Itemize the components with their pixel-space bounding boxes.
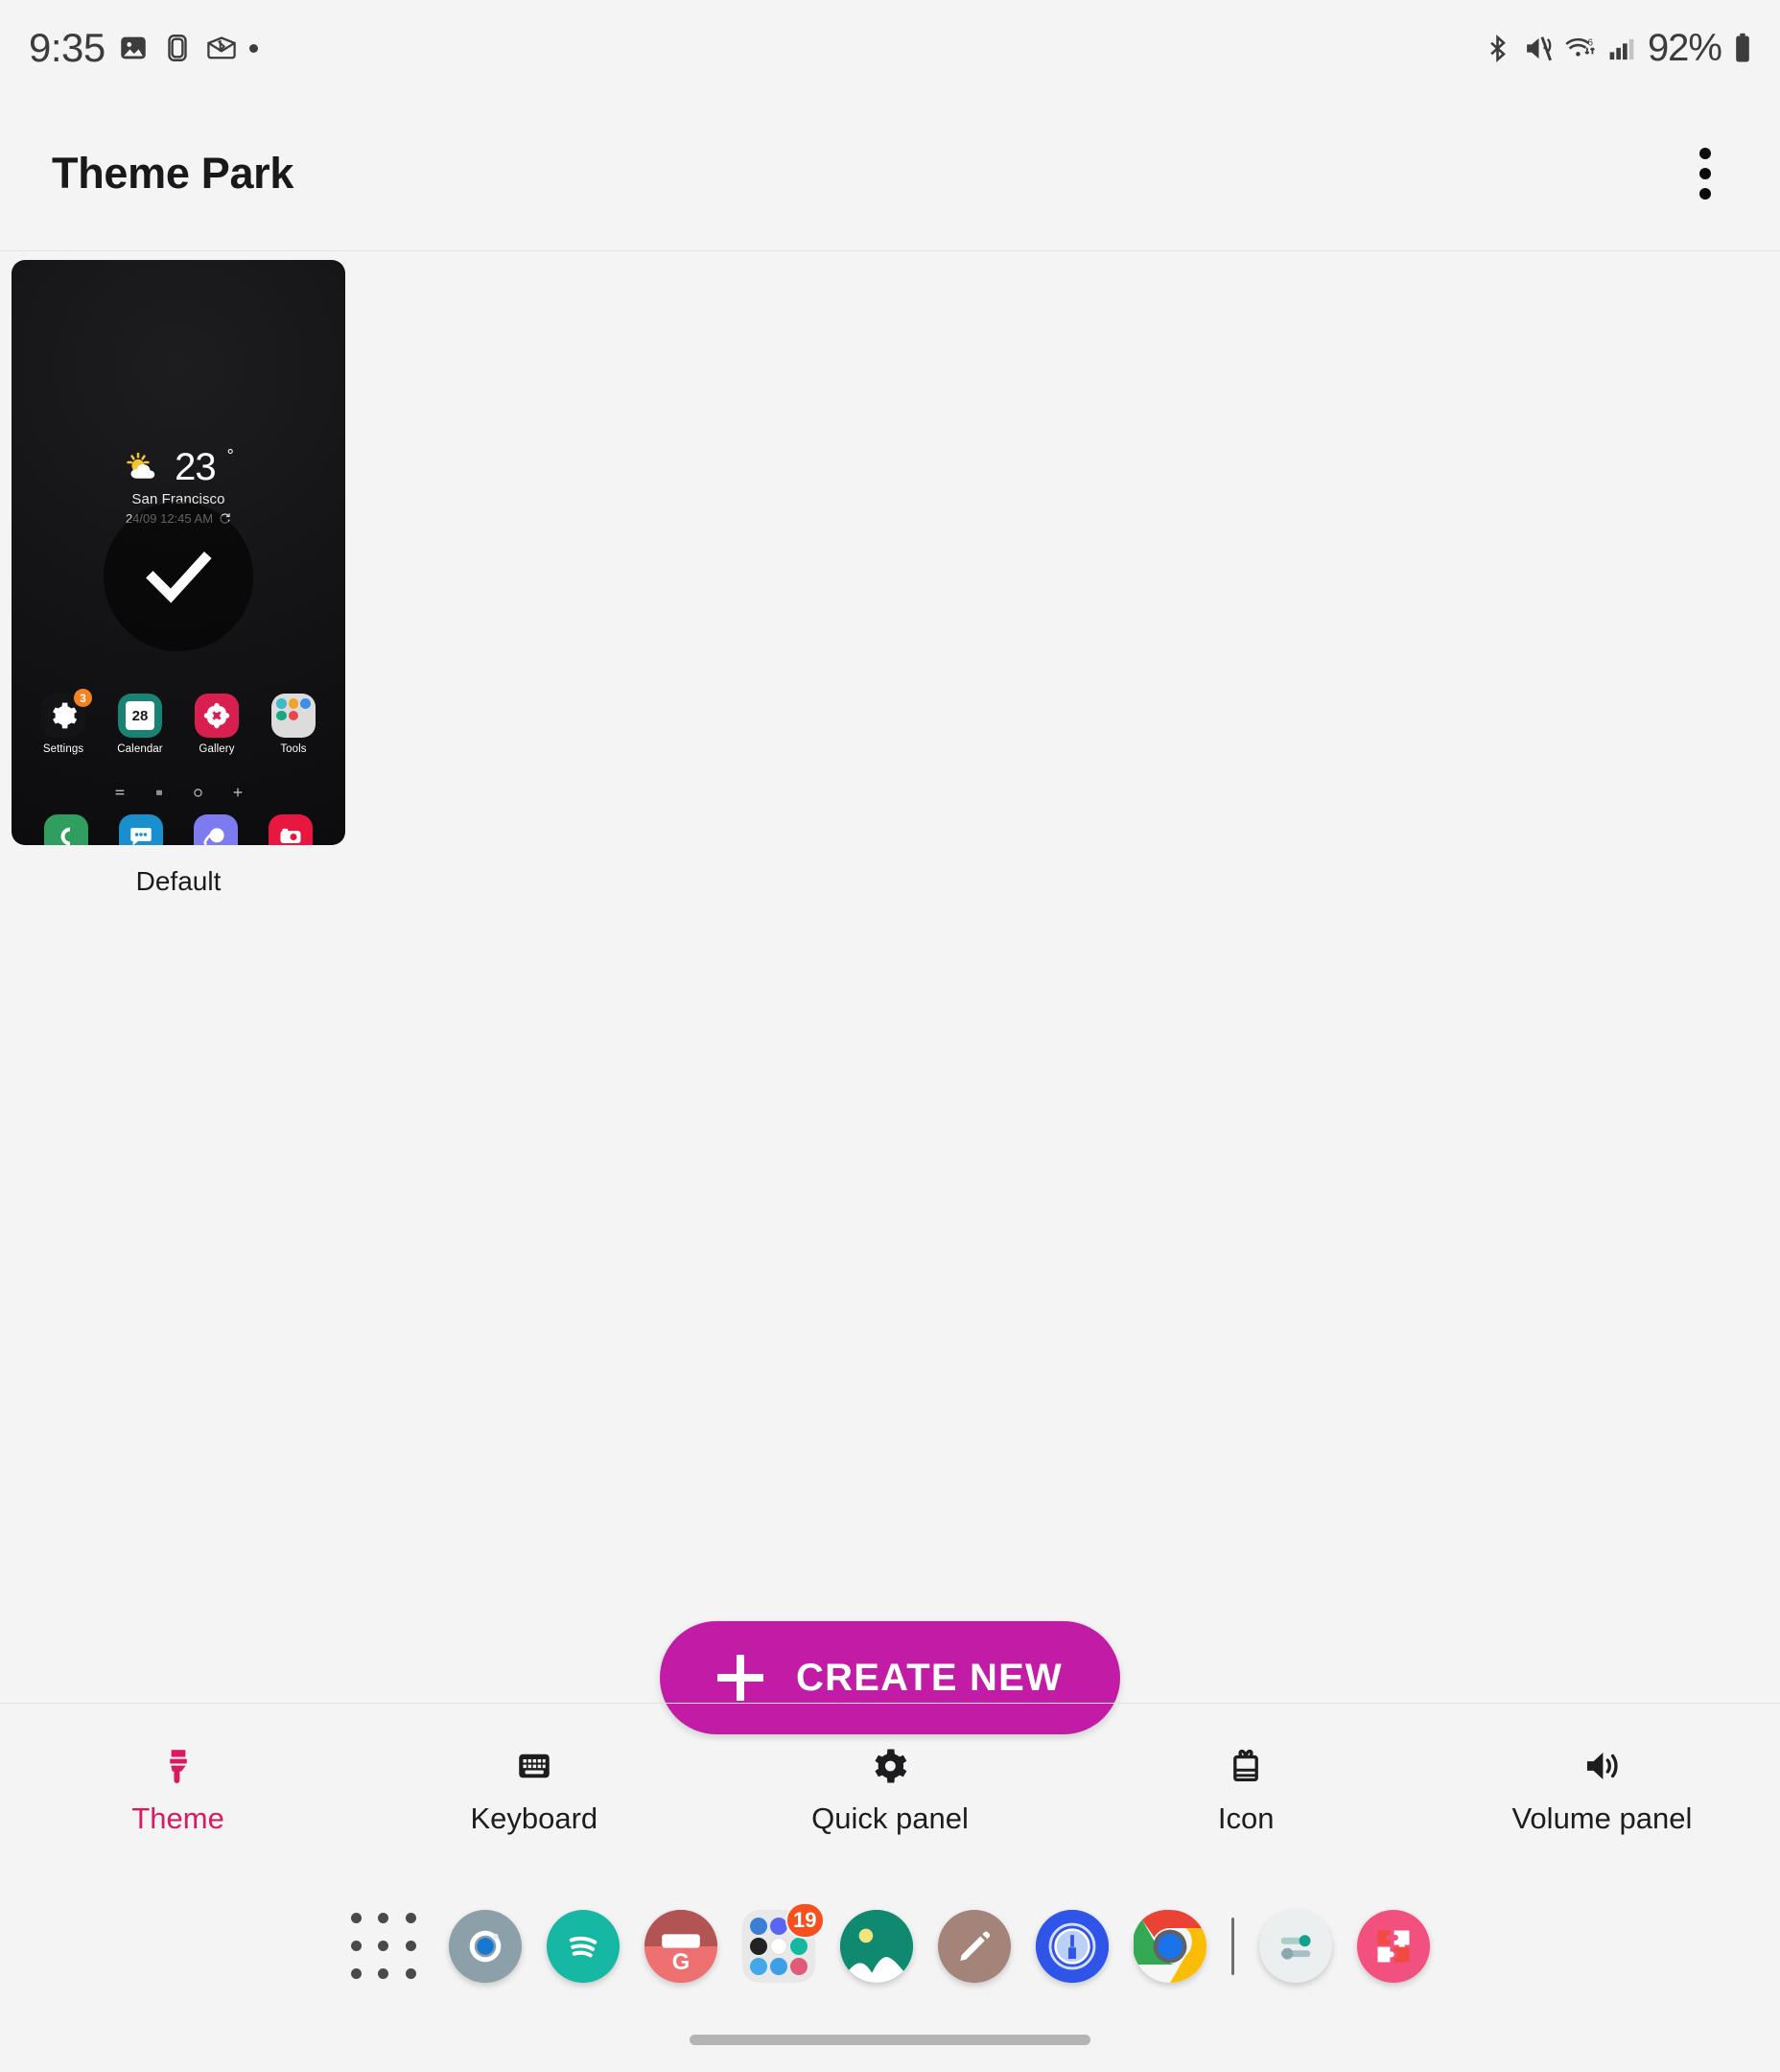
- theme-card-label: Default: [135, 866, 222, 896]
- dot-indicator-icon: [248, 43, 258, 53]
- internet-planet-icon: [194, 814, 238, 845]
- chrome-icon[interactable]: [1133, 1909, 1206, 1983]
- speaker-icon: [1587, 1752, 1619, 1779]
- weather-temperature: 23: [175, 446, 216, 488]
- preview-dock: [12, 814, 345, 845]
- status-bar-right: 6 92%: [1483, 27, 1753, 70]
- preview-app-label-settings: Settings: [42, 743, 84, 755]
- preview-app-label-calendar: Calendar: [117, 743, 163, 755]
- tab-label-quick-panel: Quick panel: [811, 1801, 969, 1835]
- dock-divider: [1230, 1917, 1234, 1975]
- bluetooth-share-icon: [207, 36, 236, 59]
- theme-preview-wallpaper: 23 ° San Francisco 24/09 12:45 AM: [12, 260, 345, 845]
- puzzle-icon[interactable]: [1356, 1909, 1430, 1983]
- preview-app-calendar: 28 Calendar: [109, 694, 171, 755]
- more-vertical-icon: [1699, 147, 1711, 159]
- check-icon: [146, 552, 212, 603]
- status-bar-left: 9:35: [29, 25, 258, 71]
- status-bar-clock: 9:35: [29, 25, 105, 70]
- svg-text:G: G: [671, 1948, 689, 1974]
- pencil-icon[interactable]: [937, 1909, 1011, 1983]
- weather-main-row: 23 °: [12, 445, 345, 488]
- tab-theme[interactable]: Theme: [0, 1704, 356, 1877]
- calendar-icon: 28: [118, 694, 162, 738]
- tab-keyboard[interactable]: Keyboard: [356, 1704, 712, 1877]
- folder-badge: 19: [785, 1901, 825, 1939]
- wifi-6-icon: 6: [1565, 37, 1595, 57]
- tab-label-icon: Icon: [1217, 1801, 1275, 1835]
- plus-icon: [717, 1655, 764, 1701]
- battery-percent-label: 92%: [1647, 26, 1722, 69]
- preview-app-gallery: Gallery: [186, 694, 247, 755]
- theme-list: 23 ° San Francisco 24/09 12:45 AM: [0, 252, 1780, 1703]
- gallery-flower-icon: [195, 694, 239, 738]
- more-vertical-icon-dot3: [1699, 187, 1711, 200]
- more-options-button[interactable]: [1667, 135, 1744, 212]
- tab-label-theme: Theme: [131, 1801, 224, 1835]
- spotify-icon[interactable]: [546, 1909, 620, 1983]
- more-vertical-icon-dot2: [1699, 167, 1711, 179]
- gift-box-icon: [1233, 1749, 1259, 1781]
- status-bar: 9:35 6 92%: [0, 0, 1780, 96]
- partly-cloudy-icon: [127, 452, 155, 479]
- one-password-icon[interactable]: [1035, 1909, 1109, 1983]
- camera-circle-icon[interactable]: [448, 1909, 522, 1983]
- theme-selected-check: [104, 502, 253, 651]
- app-folder-icon[interactable]: 19: [741, 1901, 825, 1983]
- camera-icon: [269, 814, 313, 845]
- theme-card-default[interactable]: 23 ° San Francisco 24/09 12:45 AM: [12, 260, 345, 897]
- home-glyph: [155, 789, 162, 795]
- toggles-icon[interactable]: [1258, 1909, 1332, 1983]
- battery-icon: [1736, 33, 1749, 62]
- create-new-label: CREATE NEW: [796, 1656, 1063, 1699]
- preview-app-label-tools: Tools: [280, 743, 307, 755]
- signal-icon: [1609, 38, 1634, 59]
- tab-volume-panel[interactable]: Volume panel: [1424, 1704, 1780, 1877]
- tab-label-volume-panel: Volume panel: [1511, 1801, 1693, 1835]
- circle-glyph: [193, 788, 202, 797]
- weather-degree-symbol: °: [226, 445, 234, 465]
- folder-icon: [271, 694, 316, 738]
- tab-icon[interactable]: Icon: [1068, 1704, 1424, 1877]
- calendar-day-number: 28: [126, 701, 154, 730]
- svg-text:6: 6: [1587, 37, 1593, 48]
- message-icon: [119, 814, 163, 845]
- phone-icon: [44, 814, 88, 845]
- tab-label-keyboard: Keyboard: [470, 1801, 598, 1835]
- app-bar: Theme Park: [0, 96, 1780, 251]
- preview-app-label-gallery: Gallery: [199, 743, 235, 755]
- bluetooth-icon: [1490, 34, 1506, 62]
- paintbrush-icon: [169, 1749, 187, 1783]
- plus-glyph: [233, 788, 242, 797]
- mute-icon: [1527, 35, 1552, 60]
- image-icon: [121, 36, 146, 59]
- page-title: Theme Park: [52, 148, 294, 198]
- theme-preview-thumbnail[interactable]: 23 ° San Francisco 24/09 12:45 AM: [12, 260, 345, 845]
- keyboard-icon: [519, 1754, 550, 1778]
- settings-badge: 3: [74, 689, 92, 707]
- preview-app-tools: Tools: [263, 694, 324, 755]
- gear-icon: [875, 1749, 907, 1782]
- list-glyph: [115, 789, 124, 795]
- bottom-tab-bar: Theme Keyboard Quick panel Icon Volume p…: [0, 1703, 1780, 1877]
- home-indicator[interactable]: [690, 2035, 1090, 2045]
- app-grid-icon[interactable]: [350, 1910, 424, 1983]
- preview-app-row: 3 Settings 28 Calendar Gallery Tools: [12, 689, 345, 755]
- tab-quick-panel[interactable]: Quick panel: [712, 1704, 1067, 1877]
- preview-page-indicators: [12, 786, 345, 799]
- system-dock: G 19: [0, 1877, 1780, 2014]
- preview-app-settings: 3 Settings: [33, 689, 94, 755]
- sim-card-icon: [168, 35, 187, 61]
- photos-icon[interactable]: [839, 1909, 913, 1983]
- gmail-icon[interactable]: G: [644, 1909, 717, 1983]
